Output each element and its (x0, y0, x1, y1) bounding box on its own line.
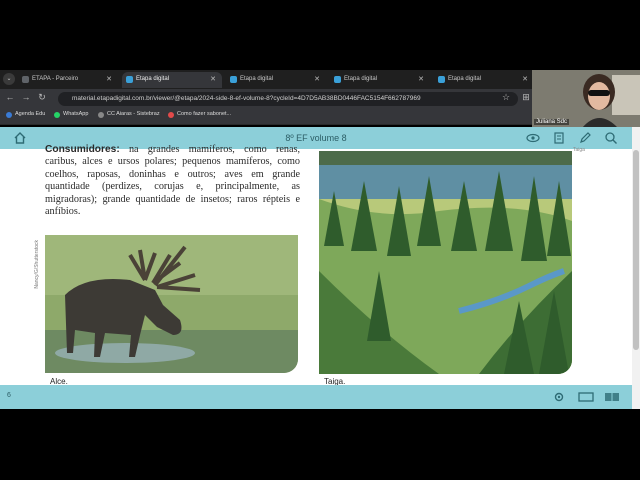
tab-label: Etapa digital (344, 76, 378, 82)
back-arrow-icon[interactable]: ← (4, 92, 16, 102)
tab-search-button[interactable]: ⌄ (3, 73, 15, 85)
bookmark-agenda-edu[interactable]: Agenda Edu (6, 111, 46, 118)
bookmark-label: CC Aiaras - Sistebraz (107, 111, 160, 117)
bookmark-sabonete[interactable]: Como fazer sabonet... (168, 111, 232, 118)
etapa-digital-favicon-icon (438, 76, 445, 83)
side-tab-label: Taiga (573, 147, 585, 153)
etapa-digital-favicon-icon (126, 76, 133, 83)
close-tab-icon[interactable]: ✕ (314, 72, 320, 87)
close-tab-icon[interactable]: ✕ (210, 72, 216, 87)
bookmark-label: WhatsApp (63, 111, 89, 117)
consumers-heading: Consumidores: (45, 144, 120, 155)
cc-aiaras-icon (98, 112, 104, 118)
tab-label: Etapa digital (448, 76, 482, 82)
tab-etapa-digital[interactable]: Etapa digital ✕ (434, 72, 534, 88)
bookmark-whatsapp[interactable]: WhatsApp (54, 111, 89, 118)
tab-label: ETAPA - Parceiro (32, 76, 79, 82)
tab-label: Etapa digital (240, 76, 274, 82)
search-icon[interactable] (604, 131, 618, 145)
taiga-photo (319, 151, 572, 374)
sabonete-icon (168, 112, 174, 118)
bookmark-cc-aiaras[interactable]: CC Aiaras - Sistebraz (98, 111, 160, 118)
page-number: 6 (7, 392, 11, 399)
eye-icon[interactable] (526, 131, 540, 145)
reload-icon[interactable]: ↻ (36, 92, 48, 103)
scrollbar-thumb[interactable] (633, 150, 639, 350)
close-tab-icon[interactable]: ✕ (418, 72, 424, 87)
tab-etapa-digital-active[interactable]: Etapa digital ✕ (122, 72, 222, 88)
agenda-edu-icon (6, 112, 12, 118)
close-tab-icon[interactable]: ✕ (106, 72, 112, 87)
tab-label: Etapa digital (136, 76, 170, 82)
url-text: material.etapadigital.com.br/viewer/@eta… (72, 95, 421, 102)
notebook-icon[interactable] (552, 131, 566, 145)
bookmark-label: Agenda Edu (15, 111, 46, 117)
moose-photo (45, 235, 298, 373)
extensions-icon[interactable]: ⊞ (520, 92, 532, 103)
photo-credit: Nancy/G/Shutterstock (34, 240, 40, 289)
whatsapp-icon (54, 112, 60, 118)
forward-arrow-icon[interactable]: → (20, 92, 32, 102)
close-tab-icon[interactable]: ✕ (522, 72, 528, 87)
bookmark-label: Como fazer sabonet... (177, 111, 232, 117)
single-page-view-icon[interactable] (577, 390, 595, 404)
tab-etapa-digital[interactable]: Etapa digital ✕ (226, 72, 326, 88)
tab-etapa-parceiro[interactable]: ETAPA - Parceiro ✕ (18, 72, 118, 88)
double-page-view-icon[interactable] (603, 390, 621, 404)
consumers-paragraph: Consumidores: na grandes mamíferos, como… (45, 144, 300, 218)
settings-gear-icon[interactable] (552, 390, 566, 404)
viewer-footer (0, 385, 632, 409)
url-field[interactable]: material.etapadigital.com.br/viewer/@eta… (58, 92, 518, 106)
etapa-digital-favicon-icon (230, 76, 237, 83)
webcam-name-label: Juliana Sdc (534, 119, 570, 125)
pencil-icon[interactable] (578, 131, 592, 145)
etapa-favicon-icon (22, 76, 29, 83)
etapa-digital-favicon-icon (334, 76, 341, 83)
tab-etapa-digital[interactable]: Etapa digital ✕ (330, 72, 430, 88)
bookmark-star-icon[interactable]: ☆ (500, 92, 512, 103)
